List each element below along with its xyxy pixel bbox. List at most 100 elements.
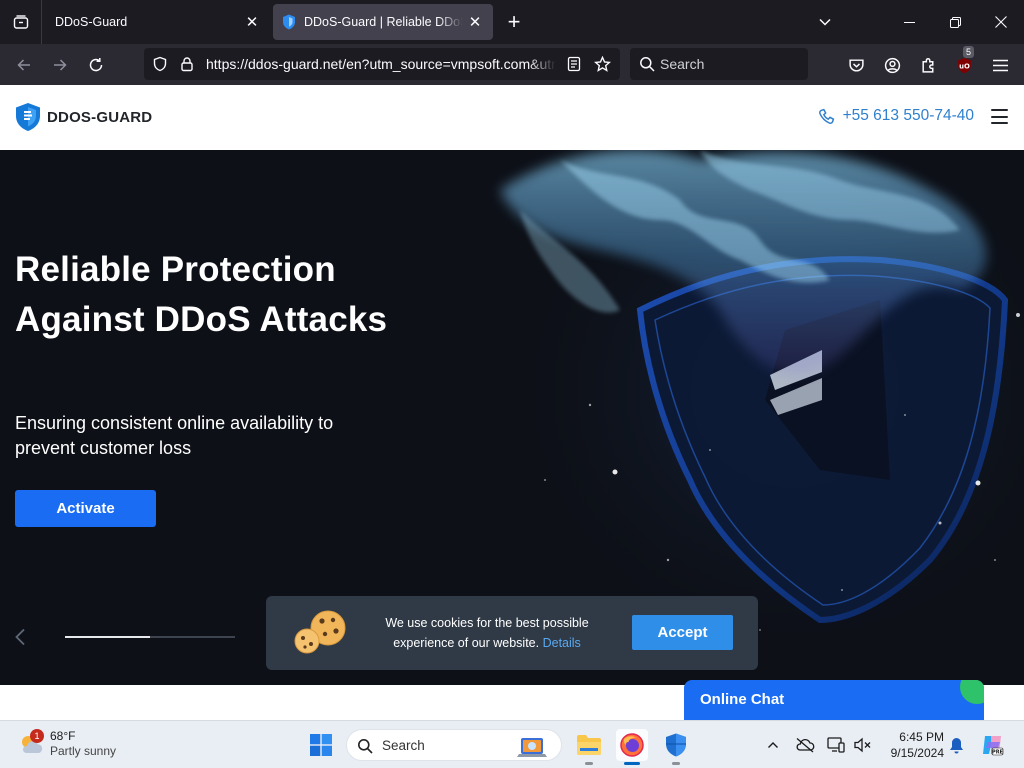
chat-status-indicator: [960, 680, 984, 704]
tab-title: DDoS-Guard | Reliable DDoS Protection: [304, 15, 463, 29]
arrow-right-icon: [54, 59, 67, 71]
phone-number: +55 613 550-74-40: [842, 107, 974, 124]
copilot-icon: PRE: [983, 736, 1004, 756]
file-explorer-button[interactable]: [573, 729, 605, 765]
network-display-icon: [827, 737, 845, 753]
cloud-offline-icon: [796, 738, 815, 753]
arrow-left-icon: [17, 59, 30, 71]
menu-line: [991, 109, 1008, 111]
minimize-icon: [903, 21, 915, 23]
active-indicator: [624, 762, 640, 765]
svg-text:uO: uO: [959, 62, 970, 70]
tab-ddos-guard[interactable]: DDoS-Guard ✕: [42, 4, 270, 40]
back-button[interactable]: [9, 50, 39, 80]
forward-button[interactable]: [45, 50, 75, 80]
site-header: DDOS-GUARD +55 613 550-74-40: [0, 85, 1024, 150]
tab-strip: DDoS-Guard ✕ DDoS-Guard | Reliable DDoS …: [0, 0, 1024, 44]
puzzle-piece-icon: [921, 57, 933, 73]
windows-security-button[interactable]: [660, 729, 692, 765]
list-all-tabs-button[interactable]: [802, 0, 848, 44]
new-tab-button[interactable]: +: [500, 8, 528, 36]
volume-tray-icon[interactable]: [853, 735, 873, 755]
search-input[interactable]: [660, 48, 800, 80]
cookies-icon: [294, 610, 346, 654]
web-page: DDOS-GUARD +55 613 550-74-40 Reliable Pr…: [0, 85, 1024, 720]
start-button[interactable]: [305, 729, 337, 761]
activate-button[interactable]: Activate: [15, 490, 156, 527]
copilot-button[interactable]: PRE: [980, 733, 1004, 757]
url-text[interactable]: https://ddos-guard.net/en?utm_source=vmp…: [206, 48, 556, 80]
reload-button[interactable]: [81, 50, 111, 80]
tab-ddos-guard-active[interactable]: DDoS-Guard | Reliable DDoS Protection ✕: [273, 4, 493, 40]
taskbar-search-label: Search: [382, 738, 425, 753]
close-tab-icon[interactable]: ✕: [240, 10, 264, 34]
online-chat-label: Online Chat: [700, 691, 785, 708]
weather-text: 68°F Partly sunny: [50, 729, 116, 759]
search-highlight-icon: [517, 738, 547, 757]
taskbar: 1 68°F Partly sunny Search 6:45 PM 9/15/…: [0, 720, 1024, 768]
app-menu-button[interactable]: [985, 50, 1015, 80]
defender-shield-icon: [666, 733, 686, 757]
restore-button[interactable]: [932, 0, 978, 44]
slider-progress: [65, 636, 235, 638]
ddos-guard-logo[interactable]: DDOS-GUARD: [15, 102, 152, 132]
chevron-down-icon: [819, 18, 831, 26]
clock-time: 6:45 PM: [899, 730, 944, 744]
tab-list-icon: [13, 15, 28, 29]
menu-line: [991, 122, 1008, 124]
tab-overview-button[interactable]: [0, 0, 42, 44]
windows-logo-icon: [310, 734, 332, 756]
taskbar-search[interactable]: Search: [346, 729, 562, 761]
ublock-origin-button[interactable]: uO 5: [949, 46, 979, 80]
cookie-banner: We use cookies for the best possible exp…: [266, 596, 758, 670]
phone-link[interactable]: +55 613 550-74-40: [818, 107, 974, 125]
shield-logo-icon: [16, 103, 40, 131]
minimize-button[interactable]: [886, 0, 932, 44]
notifications-button[interactable]: [946, 735, 966, 755]
logo-text: DDOS-GUARD: [47, 108, 153, 126]
clock-date: 9/15/2024: [890, 746, 944, 760]
accept-cookies-button[interactable]: Accept: [632, 615, 733, 650]
search-icon: [358, 739, 373, 754]
network-tray-icon[interactable]: [826, 735, 846, 755]
weather-widget[interactable]: 1 68°F Partly sunny: [18, 729, 116, 759]
extensions-button[interactable]: [913, 50, 943, 80]
phone-icon: [818, 108, 834, 124]
cookie-message: We use cookies for the best possible exp…: [378, 613, 596, 653]
bookmark-star-icon[interactable]: [592, 54, 612, 74]
pocket-icon: [848, 58, 864, 72]
extension-badge: 5: [963, 46, 975, 58]
slider-prev-chevron-left-icon[interactable]: [14, 626, 26, 652]
account-icon: [884, 57, 900, 73]
reader-view-icon[interactable]: [564, 54, 584, 74]
url-bar[interactable]: https://ddos-guard.net/en?utm_source=vmp…: [144, 48, 620, 80]
online-chat-button[interactable]: Online Chat: [684, 680, 984, 720]
close-tab-icon[interactable]: ✕: [463, 10, 487, 34]
speaker-muted-icon: [854, 737, 871, 753]
slider-progress-fill: [65, 636, 150, 638]
show-hidden-icons-button[interactable]: [763, 735, 783, 755]
lock-icon[interactable]: [177, 54, 197, 74]
running-indicator: [585, 762, 593, 765]
bell-icon: [949, 737, 963, 753]
ublock-origin-icon: uO: [957, 57, 971, 73]
account-button[interactable]: [877, 50, 907, 80]
hero-subtitle: Ensuring consistent online availability …: [15, 413, 334, 458]
tracking-protection-shield-icon[interactable]: [150, 54, 170, 74]
weather-icon-wrap: 1: [18, 729, 44, 757]
navigation-toolbar: https://ddos-guard.net/en?utm_source=vmp…: [0, 44, 1024, 85]
chevron-up-icon: [768, 742, 778, 748]
ddos-guard-favicon-icon: [282, 14, 296, 30]
firefox-taskbar-button[interactable]: [616, 729, 648, 765]
search-bar[interactable]: [630, 48, 808, 80]
clock[interactable]: 6:45 PM 9/15/2024: [880, 729, 944, 761]
weather-alert-badge: 1: [30, 729, 44, 743]
close-window-button[interactable]: [978, 0, 1024, 44]
pocket-button[interactable]: [841, 50, 871, 80]
weather-temperature: 68°F: [50, 729, 76, 743]
site-menu-button[interactable]: [991, 109, 1008, 124]
running-indicator: [672, 762, 680, 765]
onedrive-tray-icon[interactable]: [795, 735, 815, 755]
cookie-details-link[interactable]: Details: [543, 636, 581, 650]
search-icon: [640, 57, 655, 72]
